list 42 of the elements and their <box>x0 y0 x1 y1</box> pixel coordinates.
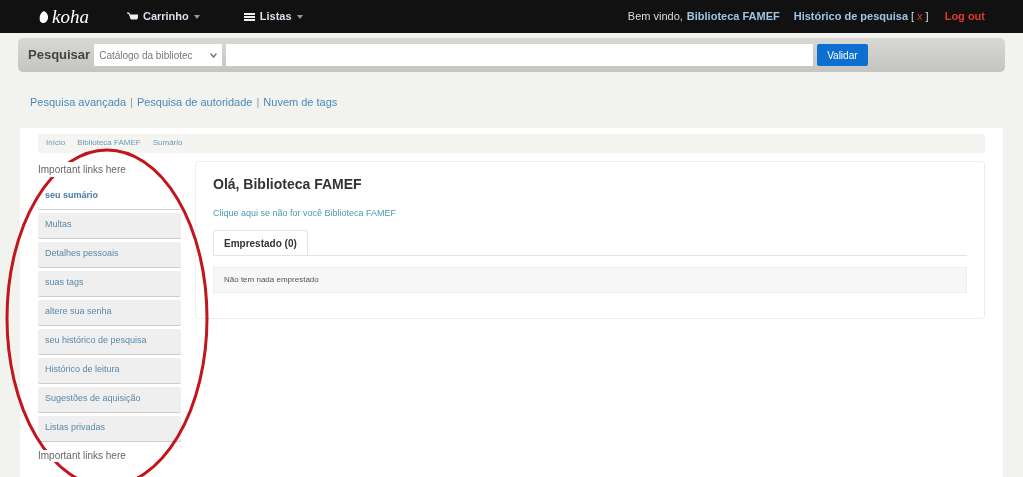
sidebar-item[interactable]: Listas privadas <box>38 415 181 442</box>
bracket-text: [ <box>911 9 915 25</box>
sidebar-item[interactable]: Multas <box>38 212 181 239</box>
leaf-icon <box>38 9 50 24</box>
logo[interactable]: koha <box>52 7 89 26</box>
search-link[interactable]: Pesquisa de autoridade <box>136 94 253 111</box>
tab[interactable]: Emprestado (0) <box>213 230 308 255</box>
sidebar-item[interactable]: seu histórico de pesquisa <box>38 328 181 355</box>
user-link[interactable]: Biblioteca FAMEF <box>686 8 780 25</box>
breadcrumb-link[interactable]: Início <box>46 137 66 149</box>
separator: | <box>256 95 260 110</box>
chevron-icon <box>210 52 218 58</box>
sidebar-item[interactable]: Histórico de leitura <box>38 357 181 384</box>
caret-icon <box>296 14 303 19</box>
menu-button[interactable]: Listas <box>243 8 303 25</box>
sidebar-heading: Important links here <box>38 161 126 177</box>
search-link[interactable]: Nuvem de tags <box>263 94 338 111</box>
breadcrumb-link[interactable]: Sumário <box>152 137 183 149</box>
caret-icon <box>193 14 200 19</box>
sidebar-item[interactable]: suas tags <box>38 270 181 297</box>
separator: | <box>130 95 133 110</box>
search-link[interactable]: Pesquisa avançada <box>30 94 126 111</box>
sidebar-heading: Important links here <box>38 449 126 462</box>
search-label: Pesquisar <box>28 46 91 65</box>
breadcrumb-link[interactable]: Biblioteca FAMEF <box>77 137 141 149</box>
list-icon <box>243 11 255 22</box>
welcome-text: Bem vindo, <box>627 9 683 25</box>
scope-select[interactable]: Catálogo da bibliotec <box>94 44 223 66</box>
not-you-link[interactable]: Clique aqui se não for você Biblioteca FAMEF <box>213 206 967 220</box>
clear-history-link[interactable]: x <box>917 8 923 25</box>
empty-message: Não tem nada emprestado <box>224 274 319 286</box>
logout-link[interactable]: Log out <box>944 8 985 25</box>
sidebar-item[interactable]: Detalhes pessoais <box>38 241 181 268</box>
history-link[interactable]: Histórico de pesquisa <box>793 8 909 25</box>
page-title: Olá, Biblioteca FAMEF <box>213 174 363 194</box>
sidebar-item[interactable]: altere sua senha <box>38 299 181 326</box>
submit-button[interactable]: Validar <box>817 44 868 66</box>
bracket-text: ] <box>925 9 929 25</box>
cart-icon <box>126 11 138 22</box>
search-input[interactable] <box>226 44 814 66</box>
menu-button[interactable]: Carrinho <box>126 8 200 25</box>
sidebar-item[interactable]: Sugestões de aquisição <box>38 386 181 413</box>
